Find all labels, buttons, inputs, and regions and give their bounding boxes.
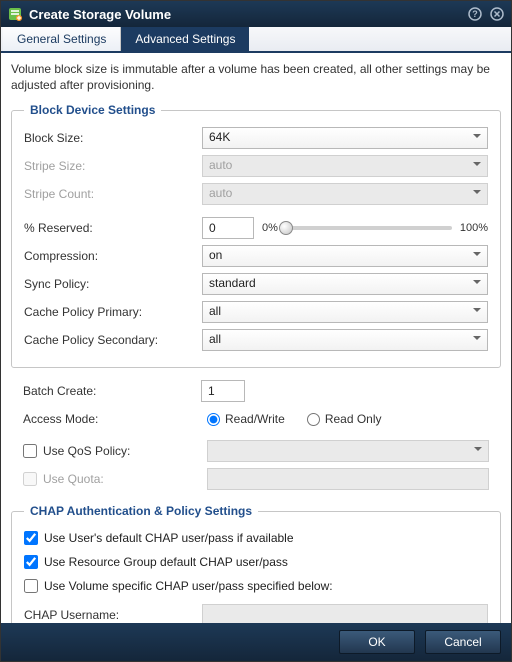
block-size-select[interactable]: 64K bbox=[202, 127, 488, 149]
tab-advanced[interactable]: Advanced Settings bbox=[121, 27, 249, 51]
cache-secondary-label: Cache Policy Secondary: bbox=[24, 333, 202, 347]
chap-default-label: Use User's default CHAP user/pass if ava… bbox=[44, 531, 294, 545]
footer: OK Cancel bbox=[1, 623, 511, 661]
svg-text:?: ? bbox=[472, 9, 478, 19]
help-icon[interactable]: ? bbox=[467, 6, 483, 22]
cache-secondary-select[interactable]: all bbox=[202, 329, 488, 351]
sync-select[interactable]: standard bbox=[202, 273, 488, 295]
ok-button[interactable]: OK bbox=[339, 630, 415, 654]
access-rw-radio[interactable]: Read/Write bbox=[207, 412, 285, 426]
reserved-input[interactable] bbox=[202, 217, 254, 239]
cache-primary-label: Cache Policy Primary: bbox=[24, 305, 202, 319]
block-device-settings: Block Device Settings Block Size: 64K St… bbox=[11, 103, 501, 368]
block-device-legend: Block Device Settings bbox=[24, 103, 161, 117]
qos-checkbox-label[interactable]: Use QoS Policy: bbox=[23, 444, 201, 458]
reserved-min-label: 0% bbox=[262, 222, 278, 234]
chap-volume-checkbox[interactable] bbox=[24, 579, 38, 593]
cache-primary-select[interactable]: all bbox=[202, 301, 488, 323]
chap-default-checkbox[interactable] bbox=[24, 531, 38, 545]
stripe-count-label: Stripe Count: bbox=[24, 187, 202, 201]
block-size-label: Block Size: bbox=[24, 131, 202, 145]
description-text: Volume block size is immutable after a v… bbox=[11, 61, 501, 93]
quota-checkbox-label: Use Quota: bbox=[23, 472, 201, 486]
compression-label: Compression: bbox=[24, 249, 202, 263]
quota-checkbox bbox=[23, 472, 37, 486]
titlebar: Create Storage Volume ? bbox=[1, 1, 511, 27]
stripe-size-select: auto bbox=[202, 155, 488, 177]
qos-checkbox[interactable] bbox=[23, 444, 37, 458]
reserved-slider[interactable] bbox=[286, 226, 452, 230]
compression-select[interactable]: on bbox=[202, 245, 488, 267]
slider-thumb[interactable] bbox=[279, 221, 293, 235]
sync-label: Sync Policy: bbox=[24, 277, 202, 291]
quota-input bbox=[207, 468, 489, 490]
cancel-button[interactable]: Cancel bbox=[425, 630, 501, 654]
chap-resource-checkbox[interactable] bbox=[24, 555, 38, 569]
stripe-count-select: auto bbox=[202, 183, 488, 205]
chap-user-input bbox=[202, 604, 488, 623]
dialog-window: Create Storage Volume ? General Settings… bbox=[0, 0, 512, 662]
dialog-title: Create Storage Volume bbox=[29, 7, 461, 22]
access-rw-input[interactable] bbox=[207, 413, 220, 426]
tabs: General Settings Advanced Settings bbox=[1, 27, 511, 53]
batch-label: Batch Create: bbox=[23, 384, 201, 398]
access-label: Access Mode: bbox=[23, 412, 201, 426]
chap-legend: CHAP Authentication & Policy Settings bbox=[24, 504, 258, 518]
close-icon[interactable] bbox=[489, 6, 505, 22]
chap-resource-label: Use Resource Group default CHAP user/pas… bbox=[44, 555, 288, 569]
chap-settings: CHAP Authentication & Policy Settings Us… bbox=[11, 504, 501, 623]
stripe-size-label: Stripe Size: bbox=[24, 159, 202, 173]
chap-volume-label: Use Volume specific CHAP user/pass speci… bbox=[44, 579, 333, 593]
access-ro-input[interactable] bbox=[307, 413, 320, 426]
storage-icon bbox=[7, 6, 23, 22]
reserved-label: % Reserved: bbox=[24, 221, 202, 235]
reserved-max-label: 100% bbox=[460, 222, 488, 234]
dialog-body: Volume block size is immutable after a v… bbox=[1, 53, 511, 623]
batch-input[interactable] bbox=[201, 380, 245, 402]
qos-select bbox=[207, 440, 489, 462]
tab-general[interactable]: General Settings bbox=[3, 27, 121, 51]
chap-user-label: CHAP Username: bbox=[24, 608, 202, 622]
access-ro-radio[interactable]: Read Only bbox=[307, 412, 382, 426]
outer-fields: Batch Create: Access Mode: Read/Write Re… bbox=[11, 378, 501, 504]
